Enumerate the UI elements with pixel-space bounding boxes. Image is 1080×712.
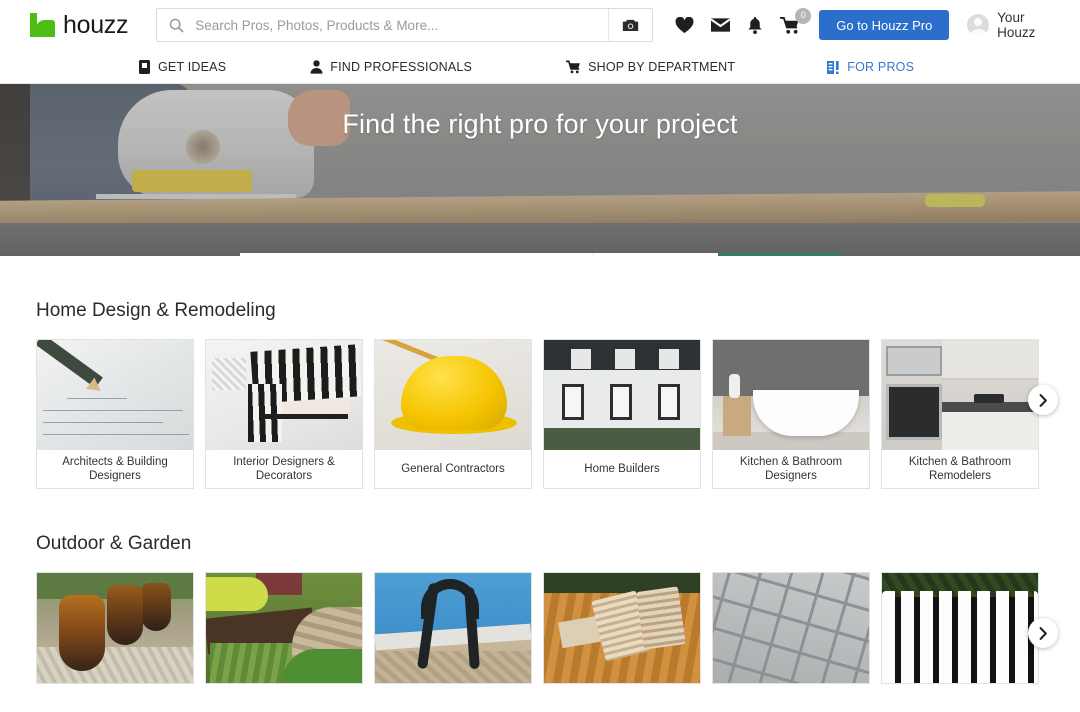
header-icon-group: 0 <box>675 7 812 34</box>
hero-title: Find the right pro for your project <box>342 109 738 139</box>
avatar <box>967 14 990 36</box>
card-label: Kitchen & Bathroom Remodelers <box>908 455 1012 482</box>
card-label: General Contractors <box>401 462 505 475</box>
search-icon <box>157 18 195 33</box>
category-card[interactable] <box>881 572 1039 684</box>
card-image <box>882 340 1038 450</box>
category-card[interactable] <box>712 572 870 684</box>
cart-count-badge: 0 <box>795 7 812 24</box>
cart-icon[interactable]: 0 <box>780 7 812 34</box>
chevron-right-icon <box>1039 626 1047 640</box>
nav-label: FOR PROS <box>847 59 915 74</box>
person-icon <box>310 59 323 74</box>
section-title: Home Design & Remodeling <box>36 300 276 321</box>
hero-banner: Find the right pro for your project Get … <box>0 84 1080 256</box>
global-search[interactable] <box>156 8 654 42</box>
nav-label: GET IDEAS <box>158 59 227 74</box>
section-title: Outdoor & Garden <box>36 533 192 554</box>
carousel-next-button[interactable] <box>1028 618 1058 648</box>
section-home-design: Home Design & Remodeling Architects & Bu… <box>0 256 1080 489</box>
building-icon <box>827 60 839 74</box>
card-image <box>375 340 531 450</box>
card-label: Kitchen & Bathroom Designers <box>739 455 843 482</box>
nav-label: SHOP BY DEPARTMENT <box>588 59 736 74</box>
card-image <box>713 340 869 450</box>
envelope-icon[interactable] <box>710 18 731 32</box>
category-card[interactable] <box>205 572 363 684</box>
nav-item-get-ideas[interactable]: GET IDEAS <box>138 59 227 74</box>
section-outdoor-garden: Outdoor & Garden <box>0 489 1080 684</box>
card-image <box>37 340 193 450</box>
category-card[interactable]: Interior Designers & Decorators <box>205 339 363 489</box>
carousel-next-button[interactable] <box>1028 385 1058 415</box>
card-label: Architects & Building Designers <box>62 455 168 482</box>
category-card[interactable] <box>374 572 532 684</box>
card-image <box>713 573 869 683</box>
book-icon <box>139 59 150 74</box>
houzz-logo-icon <box>30 13 56 37</box>
category-card[interactable]: Architects & Building Designers <box>36 339 194 489</box>
category-card[interactable]: General Contractors <box>374 339 532 489</box>
category-card-row <box>36 572 1058 684</box>
bell-icon[interactable] <box>747 16 763 34</box>
chevron-right-icon <box>1039 393 1047 407</box>
primary-nav: GET IDEAS FIND PROFESSIONALS SHOP BY DEP… <box>0 50 1080 84</box>
card-image <box>882 573 1038 683</box>
category-card[interactable]: Kitchen & Bathroom Designers <box>712 339 870 489</box>
cart-icon <box>566 60 580 73</box>
card-image <box>206 340 362 450</box>
account-menu[interactable]: Your Houzz <box>967 10 1066 40</box>
account-label: Your Houzz <box>997 10 1036 40</box>
nav-item-for-pros[interactable]: FOR PROS <box>827 60 914 74</box>
nav-item-find-professionals[interactable]: FIND PROFESSIONALS <box>310 60 472 74</box>
category-card[interactable]: Kitchen & Bathroom Remodelers <box>881 339 1039 489</box>
search-input[interactable] <box>195 17 609 33</box>
category-card[interactable] <box>543 572 701 684</box>
card-image <box>375 573 531 683</box>
nav-label: FIND PROFESSIONALS <box>330 59 473 74</box>
card-label: Interior Designers & Decorators <box>233 455 335 482</box>
houzz-logo[interactable]: houzz <box>30 10 129 40</box>
card-image <box>206 573 362 683</box>
houzz-logo-text: houzz <box>63 10 129 39</box>
category-card-row: Architects & Building Designers Interior… <box>36 339 1058 489</box>
card-image <box>544 573 700 683</box>
heart-icon[interactable] <box>675 16 694 34</box>
category-card[interactable]: Home Builders <box>543 339 701 489</box>
category-card[interactable] <box>36 572 194 684</box>
camera-search-icon[interactable] <box>608 9 652 41</box>
go-to-houzz-pro-button[interactable]: Go to Houzz Pro <box>819 10 950 40</box>
nav-item-shop-by-department[interactable]: SHOP BY DEPARTMENT <box>566 60 735 74</box>
card-label: Home Builders <box>584 462 660 475</box>
card-image <box>37 573 193 683</box>
top-header: houzz 0 Go to Houzz Pro Your Houzz <box>0 0 1080 50</box>
card-image <box>544 340 700 450</box>
